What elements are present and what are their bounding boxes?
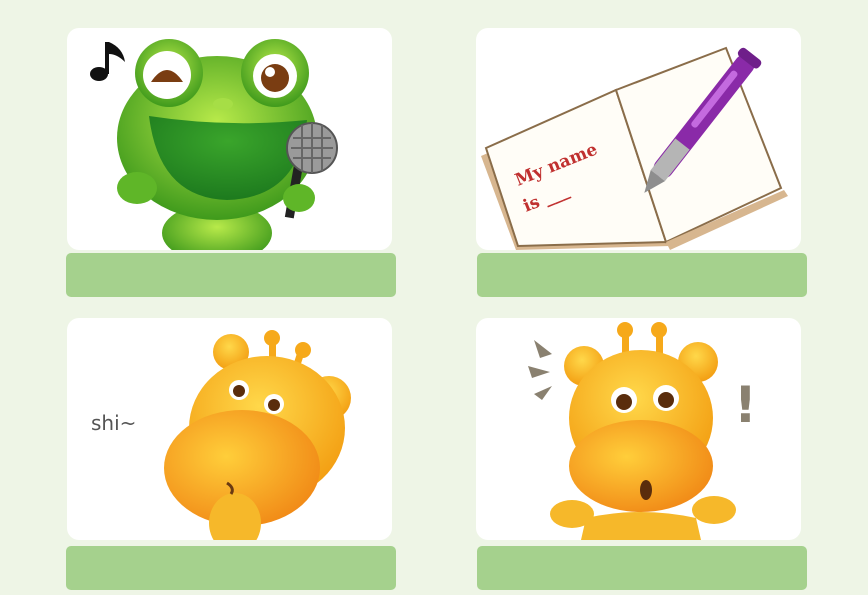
surprised-giraffe-illustration: !	[528, 322, 757, 540]
giraffe-open-mouth	[640, 480, 652, 500]
answer-bar-4[interactable]	[477, 546, 807, 590]
frog-picture-card	[67, 28, 392, 250]
surprise-lines-icon	[528, 340, 552, 400]
singing-frog-illustration	[90, 39, 338, 250]
answer-bar-1[interactable]	[66, 253, 396, 297]
frog-hand-right	[283, 184, 315, 212]
giraffe-snout	[569, 420, 713, 512]
frog-hand-left	[117, 172, 157, 204]
notebook-pen-illustration: My name is ___	[481, 46, 788, 250]
whispering-giraffe-card: shi~	[67, 318, 392, 540]
answer-bar-2[interactable]	[477, 253, 807, 297]
answer-bar-3[interactable]	[66, 546, 396, 590]
notebook-picture-card: My name is ___	[476, 28, 801, 250]
frog-nose	[213, 98, 233, 110]
exclamation-mark: !	[734, 376, 757, 434]
music-note-icon	[90, 42, 125, 81]
whispering-giraffe-illustration: shi~	[91, 330, 351, 540]
surprised-giraffe-card: !	[476, 318, 801, 540]
speech-text: shi~	[91, 411, 136, 435]
